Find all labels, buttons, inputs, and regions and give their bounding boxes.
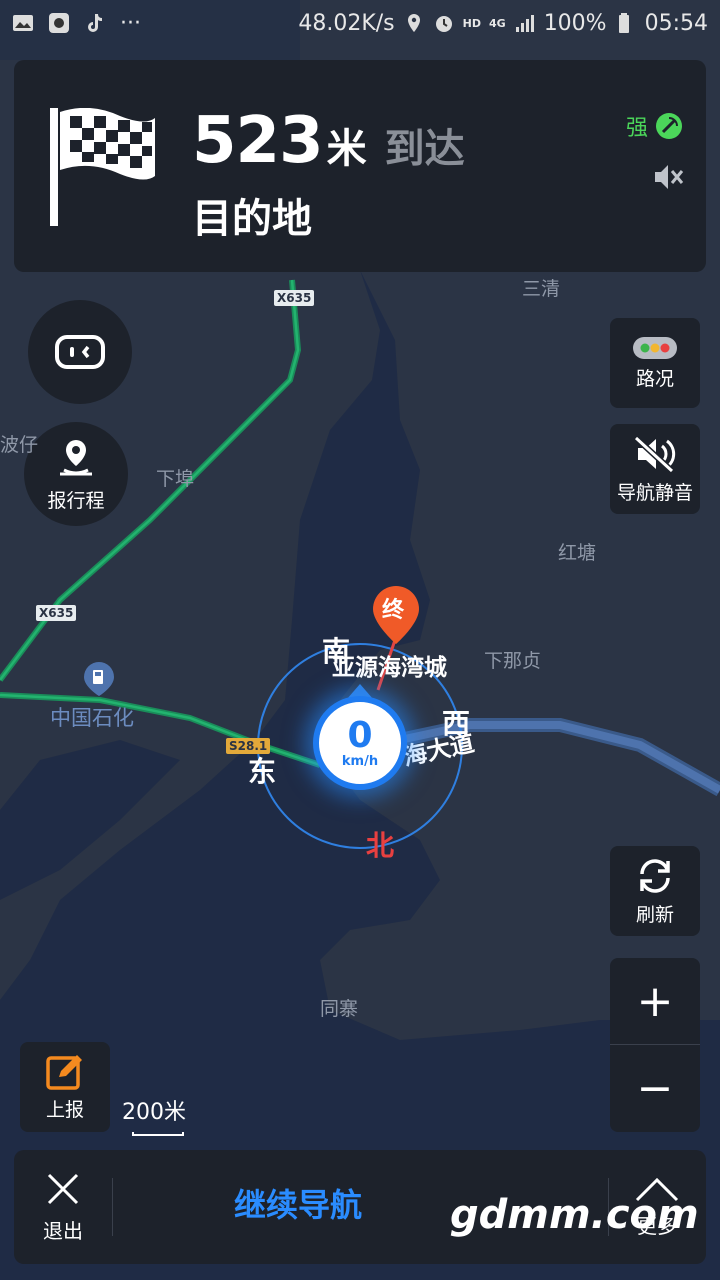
- network-type: 4G: [489, 16, 506, 30]
- battery-percent: 100%: [543, 10, 607, 36]
- poi-label[interactable]: 中国石化: [50, 702, 134, 732]
- mute-icon: [633, 435, 676, 473]
- compass-east: 东: [248, 755, 277, 788]
- clock: 05:54: [644, 10, 708, 36]
- map-scale-bar: [132, 1132, 184, 1136]
- signal-icon: [515, 15, 534, 32]
- report-trip-label: 报行程: [47, 489, 105, 512]
- speed-indicator: 0 km/h: [313, 696, 407, 790]
- nav-mute-button[interactable]: 导航静音: [610, 424, 700, 514]
- alarm-icon: [435, 16, 452, 32]
- speed-unit: km/h: [341, 753, 379, 769]
- distance-unit: 米: [326, 126, 367, 172]
- continue-navigation-button[interactable]: 继续导航: [234, 1180, 362, 1226]
- checkered-flag-icon: [50, 108, 155, 226]
- divider: [112, 1178, 113, 1236]
- assistant-button[interactable]: [28, 300, 132, 404]
- place-label: 红塘: [558, 542, 597, 564]
- hd-indicator: HD: [462, 16, 481, 30]
- place-label: 下埠: [156, 468, 195, 490]
- gps-strength: 强: [626, 110, 684, 142]
- destination-label: 目的地: [192, 196, 312, 242]
- traffic-label: 路况: [635, 367, 674, 390]
- nav-mute-label: 导航静音: [616, 481, 693, 504]
- speed-value: 0: [347, 714, 373, 756]
- distance-value: 523: [192, 104, 324, 178]
- destination-marker-label: 终: [382, 598, 405, 623]
- exit-button[interactable]: 退出: [14, 1150, 112, 1264]
- watermark: gdmm.com: [450, 1192, 699, 1238]
- arrive-text: 到达: [384, 126, 465, 172]
- compass-west: 西: [442, 707, 471, 740]
- exit-label: 退出: [43, 1218, 83, 1243]
- close-icon: [47, 1173, 79, 1204]
- road-shield: X635: [36, 605, 77, 621]
- edit-icon: [46, 1054, 82, 1090]
- refresh-label: 刷新: [635, 903, 674, 926]
- net-speed: 48.02K/s: [298, 10, 395, 36]
- report-label: 上报: [45, 1098, 84, 1121]
- status-bar: ··· 48.02K/s HD 4G 100% 05:54: [0, 0, 720, 46]
- sound-off-icon[interactable]: [652, 162, 684, 192]
- zoom-out-button[interactable]: −: [610, 1045, 700, 1131]
- refresh-button[interactable]: 刷新: [610, 846, 700, 936]
- place-label: 波仔: [0, 434, 39, 456]
- compass-south: 南: [322, 635, 351, 668]
- gallery-icon: [13, 15, 33, 31]
- compass-north: 北: [366, 829, 395, 862]
- map-scale-label: 200米: [122, 1100, 186, 1125]
- gps-signal-icon: [656, 113, 682, 139]
- location-pin-icon: [60, 439, 92, 475]
- place-label: 下那贞: [484, 650, 542, 672]
- refresh-icon: [640, 858, 670, 893]
- zoom-in-button[interactable]: +: [610, 958, 700, 1044]
- road-shield: X635: [274, 290, 315, 306]
- battery-icon: [618, 13, 629, 33]
- traffic-light-icon: [633, 336, 677, 359]
- report-trip-button[interactable]: 报行程: [24, 422, 128, 526]
- tiktok-icon: [88, 14, 102, 32]
- gps-strength-label: 强: [625, 116, 648, 141]
- traffic-button[interactable]: 路况: [610, 318, 700, 408]
- robot-face-icon: [55, 335, 105, 369]
- location-icon: [407, 14, 420, 32]
- place-label: 三清: [522, 278, 561, 300]
- zoom-control: + −: [610, 958, 700, 1132]
- place-label: 同寨: [320, 998, 359, 1020]
- report-button[interactable]: 上报: [20, 1042, 110, 1132]
- distance-line: 523 米 到达: [192, 104, 465, 178]
- app-notification-icon: [49, 13, 69, 33]
- navigation-card: 523 米 到达 目的地 强: [14, 60, 706, 272]
- more-notifications: ···: [120, 10, 141, 36]
- gas-station-icon[interactable]: [82, 660, 116, 698]
